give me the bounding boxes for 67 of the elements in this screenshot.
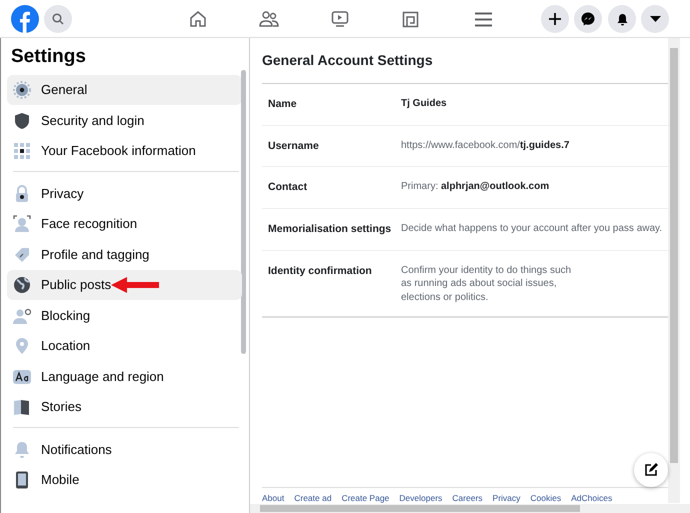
sidebar-item[interactable]: Your Facebook information [7,136,242,166]
account-button[interactable] [641,5,669,33]
messenger-icon [581,12,595,26]
sidebar-item[interactable]: Privacy [7,178,242,209]
messenger-button[interactable] [574,5,602,33]
search-icon [52,13,64,25]
sidebar-item[interactable]: Security and login [7,105,242,136]
home-icon [189,10,207,28]
text-icon [13,368,31,386]
bell-icon [616,12,628,26]
footer-link[interactable]: Developers [399,492,442,505]
book-icon [13,398,31,416]
setting-value: Decide what happens to your account after you pass away. [401,222,662,236]
setting-value: https://www.facebook.com/tj.guides.7 [401,138,570,153]
edit-icon [644,463,658,477]
tag-icon [13,246,31,264]
setting-value: Tj Guides [401,96,447,111]
footer-link[interactable]: Cookies [530,492,562,505]
sidebar-title: Settings [11,46,87,69]
grid-icon [13,142,31,160]
scrollbar[interactable] [241,70,246,354]
footer-link[interactable]: About [262,492,284,505]
create-button[interactable] [541,5,569,33]
lock-icon [13,184,31,203]
footer-link[interactable]: Create Page [342,492,390,505]
sidebar-item[interactable]: Location [7,330,242,362]
horizontal-scrollbar[interactable] [250,504,690,513]
sidebar-item[interactable]: Stories [7,392,242,422]
search-button[interactable] [44,5,72,33]
phone-icon [13,471,31,490]
footer-link[interactable]: Privacy [492,492,520,505]
sidebar-item[interactable]: Public posts [7,270,242,300]
video-icon [331,10,349,28]
setting-label: Name [268,96,298,112]
sidebar-item[interactable]: Blocking [7,300,242,331]
section-title: General Account Settings [262,52,668,84]
setting-value: Confirm your identity to do things such as running ads about social issues, elections or politics. [401,264,572,304]
sidebar-item[interactable]: Profile and tagging [7,239,242,270]
setting-value: Primary: alphrjan@outlook.com [401,180,550,194]
sidebar-item[interactable]: Face recognition [7,208,242,240]
footer-link[interactable]: Create ad [294,492,332,505]
compose-button[interactable] [634,453,668,487]
setting-label: Username [268,138,320,154]
sidebar-item[interactable]: Notifications [7,434,242,465]
scrollbar[interactable] [668,38,680,503]
face-scan-icon [13,215,31,234]
user-block-icon [13,306,31,325]
setting-label: Memorialisation settings [268,222,392,238]
notifications-button[interactable] [608,5,636,33]
footer-link[interactable]: AdChoices [571,492,612,505]
shield-icon [13,112,31,130]
sidebar-item[interactable]: General [7,74,242,106]
people-icon [259,10,279,28]
sidebar-item[interactable]: Language and region [7,361,242,392]
facebook-logo[interactable] [11,5,39,33]
bell-icon [13,440,31,459]
annotation-arrow [111,276,159,293]
sidebar-item[interactable]: Mobile [7,464,242,496]
caret-icon [650,16,660,22]
gear-icon [13,81,31,100]
setting-label: Contact [268,180,308,196]
menu-icon [474,12,492,26]
location-pin-icon [13,337,31,356]
footer-link[interactable]: Careers [452,492,483,505]
globe-icon [13,276,31,294]
plus-icon [549,13,561,25]
setting-label: Identity confirmation [268,264,373,279]
